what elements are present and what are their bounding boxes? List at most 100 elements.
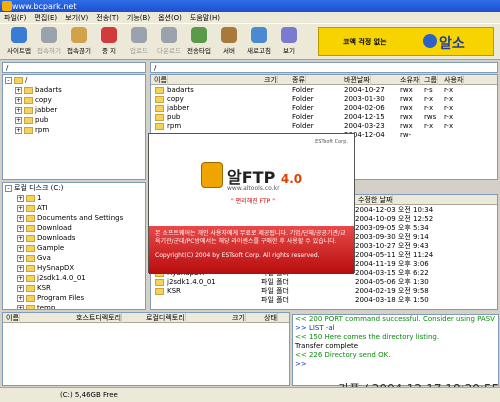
table-cell: Folder — [292, 104, 314, 112]
table-cell: 2004-03-18 오후 1:50 — [355, 296, 429, 304]
tree-item[interactable]: +1 — [3, 193, 145, 203]
tree-item-label: pub — [35, 116, 49, 124]
expand-icon[interactable]: + — [17, 194, 24, 202]
table-cell: j2sdk1.4.0_01 — [167, 278, 216, 286]
menu-item[interactable]: 파일(F) — [0, 12, 30, 24]
expand-icon[interactable]: + — [17, 254, 24, 262]
column-header[interactable]: 크기 — [261, 75, 278, 85]
tree-item[interactable]: + Program Files — [3, 293, 145, 303]
expand-icon[interactable]: + — [15, 96, 22, 104]
table-row[interactable]: 파일 폴더 2004-03-18 오후 1:50 — [151, 296, 497, 305]
table-row[interactable]: copy Folder 2003-01-30 rwx r-x r-x — [151, 95, 497, 104]
toolbar-button[interactable]: 접속끊기 — [64, 26, 94, 58]
toolbar-button[interactable]: 중 지 — [94, 26, 124, 58]
splash-dialog[interactable]: ESTsoft Corp. 알FTP 4.0 www.altools.co.kr… — [148, 133, 355, 274]
toolbar-icon — [191, 27, 207, 43]
expand-icon[interactable]: + — [17, 204, 24, 212]
toolbar-button[interactable]: 다운로드 — [154, 26, 184, 58]
menu-item[interactable]: 전송(T) — [92, 12, 123, 24]
table-cell: 2004-05-11 오전 11:24 — [355, 251, 434, 259]
column-header[interactable]: 로컬디렉토리 — [143, 313, 186, 323]
table-row[interactable]: rpm Folder 2004-03-23 rwx r-x r-x — [151, 122, 497, 131]
folder-icon — [26, 214, 35, 222]
column-header[interactable]: 소유자 — [397, 75, 421, 85]
menu-item[interactable]: 편집(E) — [30, 12, 61, 24]
toolbar-button[interactable]: 접속하기 — [34, 26, 64, 58]
column-header[interactable]: 그룹 — [421, 75, 438, 85]
column-header[interactable]: 이름 — [151, 75, 168, 85]
table-cell: r-s — [424, 86, 433, 94]
menu-item[interactable]: 기능(B) — [123, 12, 154, 24]
expand-icon[interactable]: + — [17, 264, 24, 272]
table-cell: 2004-03-15 오후 6:22 — [355, 269, 429, 277]
expand-icon[interactable]: - — [5, 76, 12, 84]
table-cell: rw- — [400, 131, 412, 139]
menu-item[interactable]: 옵션(O) — [154, 12, 186, 24]
table-row[interactable]: pub Folder 2004-12-15 rwx rws r-x — [151, 113, 497, 122]
table-cell: 2004-12-03 오전 10:34 — [355, 206, 434, 214]
tree-item[interactable]: + badarts — [3, 85, 145, 95]
expand-icon[interactable]: + — [15, 106, 22, 114]
toolbar-button-label: 접속하기 — [37, 47, 61, 55]
column-header[interactable]: 크기 — [229, 313, 246, 323]
tree-item[interactable]: + Documents and Settings — [3, 213, 145, 223]
table-row[interactable]: KSR 파일 폴더 2004-02-19 오전 9:58 — [151, 287, 497, 296]
column-header[interactable]: 사용자 — [441, 75, 465, 85]
table-row[interactable]: j2sdk1.4.0_01 파일 폴더 2004-05-06 오후 1:30 — [151, 278, 497, 287]
tree-item[interactable]: + rpm — [3, 125, 145, 135]
tree-item[interactable]: + ATI — [3, 203, 145, 213]
tree-item[interactable]: + pub — [3, 115, 145, 125]
column-header[interactable]: 이름 — [3, 313, 20, 323]
tree-item[interactable]: + copy — [3, 95, 145, 105]
column-header[interactable]: 호스트디렉토리 — [73, 313, 123, 323]
tree-item[interactable]: - / — [3, 75, 145, 85]
expand-icon[interactable]: + — [17, 244, 24, 252]
expand-icon[interactable]: + — [17, 224, 24, 232]
expand-icon[interactable]: + — [17, 234, 24, 242]
app-logo-icon — [2, 1, 12, 11]
column-header[interactable]: 종류 — [289, 75, 306, 85]
column-header[interactable]: 상태 — [261, 313, 278, 323]
tree-item[interactable]: + Gva — [3, 253, 145, 263]
tree-item[interactable]: + temp — [3, 303, 145, 309]
local-path-input[interactable]: / — [2, 62, 146, 73]
menu-item[interactable]: 보기(V) — [61, 12, 92, 24]
toolbar-button[interactable]: 보기 — [274, 26, 304, 58]
queue-header: 이름 호스트디렉토리 로컬디렉토리 크기 상태 — [3, 313, 289, 323]
toolbar-button-label: 다운로드 — [157, 47, 181, 55]
folder-icon — [24, 86, 33, 94]
expand-icon[interactable]: - — [5, 184, 12, 192]
remote-path-input[interactable]: / — [150, 62, 498, 73]
ad-banner[interactable]: 코액 걱정 없는 알소 — [318, 27, 494, 56]
expand-icon[interactable]: + — [15, 126, 22, 134]
menu-item[interactable]: 도움말(H) — [186, 12, 224, 24]
folder-icon — [26, 284, 35, 292]
splash-notice: 본 소프트웨어는 개인 사용자에게 무료로 제공됩니다. 기업/단체/공공기관/… — [155, 230, 346, 245]
table-row[interactable]: jabber Folder 2004-02-06 rwx r-x r-x — [151, 104, 497, 113]
expand-icon[interactable]: + — [17, 274, 24, 282]
expand-icon[interactable]: + — [17, 214, 24, 222]
drive-item[interactable]: - 로컬 디스크 (C:) — [3, 183, 145, 193]
table-row[interactable]: badarts Folder 2004-10-27 rwx r-s r-x — [151, 86, 497, 95]
toolbar-button[interactable]: 전송타입 — [184, 26, 214, 58]
toolbar-button[interactable]: 새로고침 — [244, 26, 274, 58]
toolbar-button[interactable]: 서버 — [214, 26, 244, 58]
expand-icon[interactable]: + — [17, 294, 24, 302]
tree-item[interactable]: + Download — [3, 223, 145, 233]
table-cell: 2004-10-09 오전 12:52 — [355, 215, 434, 223]
expand-icon[interactable]: + — [17, 284, 24, 292]
tree-item[interactable]: + j2sdk1.4.0_01 — [3, 273, 145, 283]
column-header[interactable]: 수정한 날짜 — [355, 195, 394, 205]
expand-icon[interactable]: + — [15, 116, 22, 124]
tree-item[interactable]: + jabber — [3, 105, 145, 115]
tree-item[interactable]: + Downloads — [3, 233, 145, 243]
tree-item[interactable]: + Gample — [3, 243, 145, 253]
column-header[interactable]: 바뀐날짜 — [341, 75, 371, 85]
toolbar-button[interactable]: 업로드 — [124, 26, 154, 58]
toolbar-button[interactable]: 사이트맵 — [4, 26, 34, 58]
expand-icon[interactable]: + — [17, 304, 24, 309]
expand-icon[interactable]: + — [15, 86, 22, 94]
tree-item-label: 1 — [37, 194, 42, 202]
tree-item[interactable]: + HySnapDX — [3, 263, 145, 273]
tree-item[interactable]: + KSR — [3, 283, 145, 293]
